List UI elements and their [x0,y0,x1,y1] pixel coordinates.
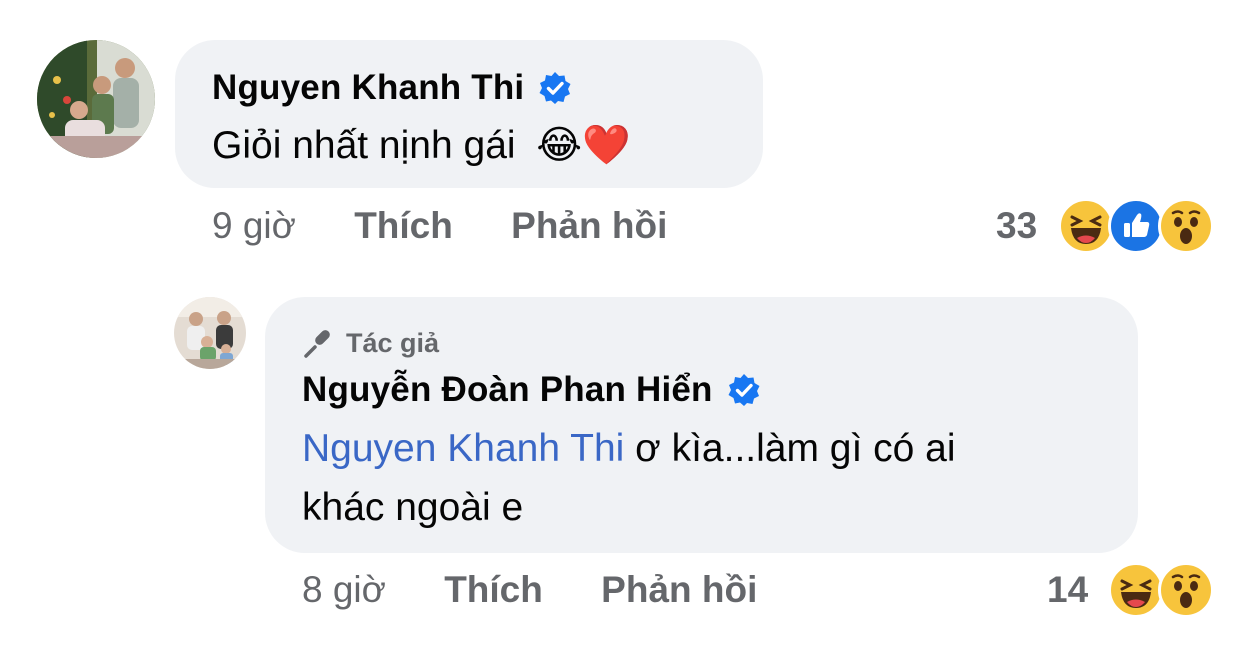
reply-reaction-count[interactable]: 14 [1047,569,1088,611]
verified-icon [538,71,572,105]
verified-icon [727,373,761,407]
laugh-reaction-icon [1058,198,1114,254]
comment-actions: 9 giờ Thích Phản hồi [212,205,667,247]
author-badge: Tác giả [302,326,439,360]
comment-text-line: Giỏi nhất nịnh gái 😂❤️ [212,119,631,173]
mention-link[interactable]: Nguyen Khanh Thi [302,427,624,470]
author-badge-label: Tác giả [346,327,440,358]
wow-reaction-icon [1158,198,1214,254]
comment-bubble: Nguyen Khanh Thi Giỏi nhất nịnh gái 😂❤️ [175,40,763,188]
wow-reaction-icon [1158,562,1214,618]
reply-like-button[interactable]: Thích [444,569,543,610]
reply-text-line-1: Nguyen Khanh Thi ơ kìa...làm gì có ai [302,422,956,476]
laugh-reaction-icon [1108,562,1164,618]
reply-time[interactable]: 8 giờ [302,569,386,610]
reply-button[interactable]: Phản hồi [511,205,667,246]
reply-actions: 8 giờ Thích Phản hồi [302,569,757,611]
microphone-icon [302,326,336,360]
reply-text-line-2: khác ngoài e [302,486,524,529]
reply-reaction-icons[interactable] [1108,562,1214,618]
reply-avatar[interactable] [174,297,246,369]
comment-time[interactable]: 9 giờ [212,205,296,246]
like-button[interactable]: Thích [354,205,453,246]
comment-author[interactable]: Nguyen Khanh Thi [212,68,572,108]
like-reaction-icon [1108,198,1164,254]
reply-reply-button[interactable]: Phản hồi [601,569,757,610]
reply-bubble: Tác giả Nguyễn Đoàn Phan Hiển Nguyen Kha… [265,297,1138,553]
reaction-icons[interactable] [1058,198,1214,254]
reply-text-1: ơ kìa...làm gì có ai [624,427,956,470]
reply-author[interactable]: Nguyễn Đoàn Phan Hiển [302,370,761,410]
comment-emoji: 😂❤️ [536,124,631,167]
reply-author-name[interactable]: Nguyễn Đoàn Phan Hiển [302,370,713,410]
avatar[interactable] [37,40,155,158]
comment-text: Giỏi nhất nịnh gái [212,124,516,167]
reaction-count[interactable]: 33 [996,205,1037,247]
comment-author-name[interactable]: Nguyen Khanh Thi [212,68,524,108]
